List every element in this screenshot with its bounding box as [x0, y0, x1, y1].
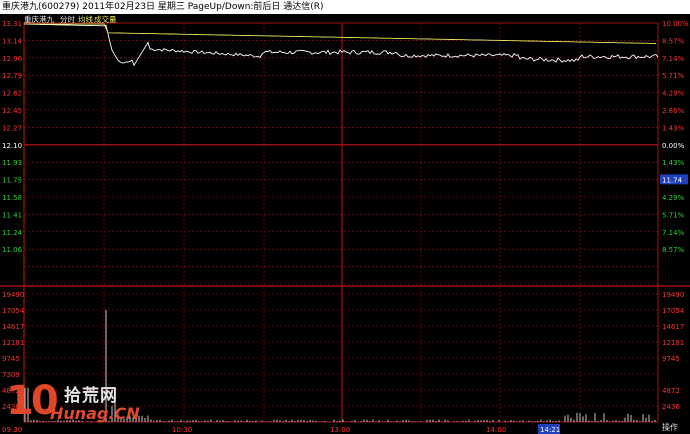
watermark-number: 10 — [6, 378, 59, 424]
time-label: 14:00 — [486, 426, 506, 434]
price-label-left: 11.75 — [2, 177, 22, 185]
watermark-chinese: 拾荒网 — [64, 386, 118, 406]
current-price-label: 11.74 — [662, 176, 683, 184]
time-label: 10:30 — [172, 426, 192, 434]
volume-label-right: 14617 — [662, 323, 684, 331]
pct-label-right: 8.57% — [662, 246, 685, 254]
price-line — [24, 23, 659, 67]
pct-label-right: 1.43% — [662, 124, 685, 132]
tab-fenshi[interactable]: 分时 — [60, 14, 75, 25]
pct-label-right: 7.14% — [662, 55, 685, 63]
axis-labels: 13.31 13.14 12.96 12.79 12.62 12.45 12.27 12.10… — [2, 20, 689, 434]
price-label-left: 11.24 — [2, 229, 23, 237]
pct-label-right: 4.29% — [662, 90, 685, 98]
watermark-logo: 10 拾荒网 Hunag.CN — [6, 378, 156, 430]
volume-label-right: 9745 — [662, 355, 680, 363]
window-title: 重庆港九(600279) 2011年02月23日 星期三 PageUp/Down… — [2, 2, 324, 12]
volume-label-left: 19490 — [2, 291, 24, 299]
volume-label-right: 2436 — [662, 403, 680, 411]
tab-volume[interactable]: 成交量 — [94, 14, 117, 25]
volume-label-left: 14617 — [2, 323, 24, 331]
time-highlight-label: 14:21 — [540, 426, 560, 434]
operate-button[interactable]: 操作 — [662, 422, 678, 433]
price-label-left: 11.93 — [2, 159, 22, 167]
price-lines — [24, 23, 659, 67]
volume-label-left: 12181 — [2, 339, 24, 347]
price-label-left: 11.58 — [2, 194, 22, 202]
watermark-domain: Hunag.CN — [50, 404, 140, 423]
pct-label-right: 7.14% — [662, 229, 685, 237]
pct-label-right: 4.29% — [662, 194, 685, 202]
price-label-left: 13.14 — [2, 37, 23, 45]
chart-grid — [0, 22, 690, 423]
pct-label-right: 10.00% — [662, 20, 689, 28]
tab-junxian[interactable]: 均线 — [78, 14, 93, 25]
price-label-left: 12.27 — [2, 124, 22, 132]
chart-frame — [23, 22, 659, 423]
volume-label-right: 17054 — [662, 307, 685, 315]
pct-label-right: 1.43% — [662, 159, 685, 167]
time-label: 13:00 — [330, 426, 350, 434]
volume-label-right: 4872 — [662, 387, 680, 395]
volume-label-right: 19490 — [662, 291, 684, 299]
pct-label-right: 8.57% — [662, 37, 685, 45]
pct-label-right: 5.71% — [662, 211, 685, 219]
volume-label-left: 17054 — [2, 307, 25, 315]
price-label-left: 13.31 — [2, 20, 22, 28]
price-label-left: 12.96 — [2, 55, 23, 63]
window-title-bar: 重庆港九(600279) 2011年02月23日 星期三 PageUp/Down… — [0, 0, 690, 14]
price-label-left: 12.45 — [2, 107, 22, 115]
price-label-left: 12.10 — [2, 142, 22, 150]
stock-name-label: 重庆港九 — [24, 15, 54, 24]
pct-label-right: 5.71% — [662, 72, 685, 80]
volume-label-right: 12181 — [662, 339, 684, 347]
volume-label-left: 9745 — [2, 355, 20, 363]
intraday-chart[interactable]: 13.31 13.14 12.96 12.79 12.62 12.45 12.27 12.10… — [0, 14, 690, 434]
price-label-left: 11.41 — [2, 211, 22, 219]
price-label-left: 12.79 — [2, 72, 22, 80]
pct-label-right: 2.86% — [662, 107, 685, 115]
price-label-left: 11.06 — [2, 246, 23, 254]
price-label-left: 12.62 — [2, 90, 22, 98]
pct-label-right: 0.00% — [662, 142, 685, 150]
